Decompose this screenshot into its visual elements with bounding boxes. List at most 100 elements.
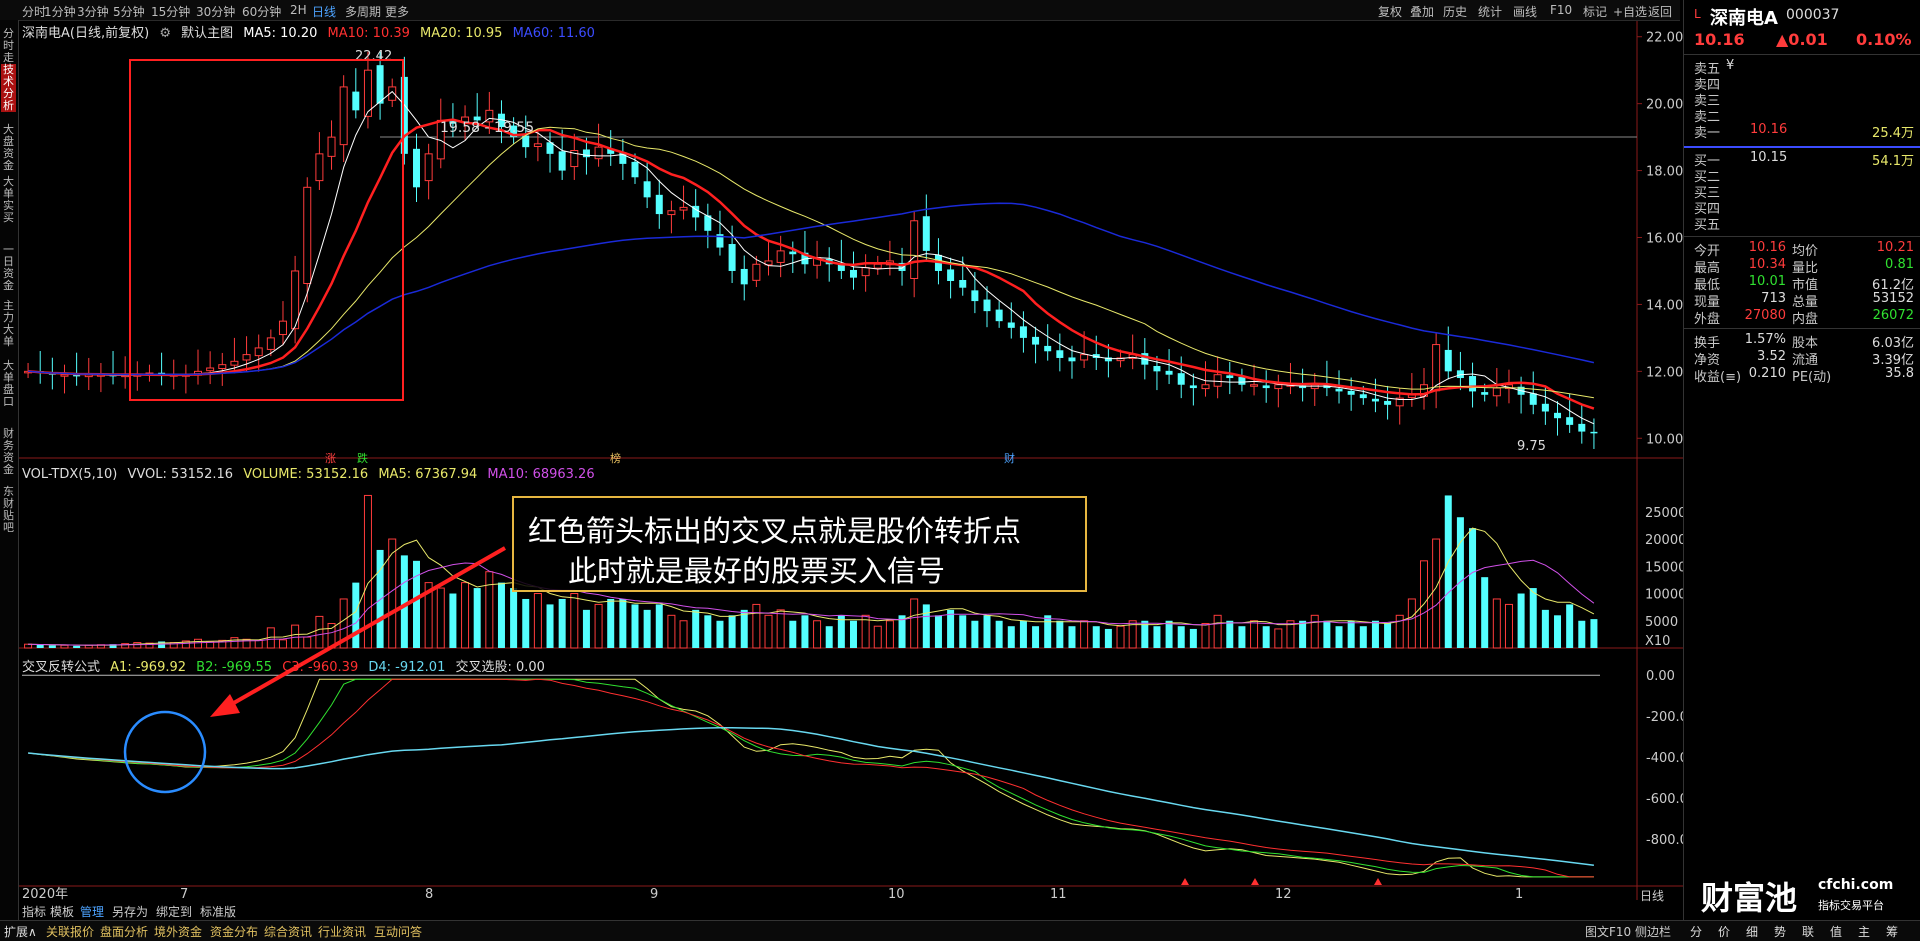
right-tab-0[interactable]: 分 xyxy=(1690,923,1702,940)
bid-row[interactable]: 买二 xyxy=(1694,166,1914,185)
candle-body xyxy=(995,309,1003,322)
side-nav-item-1[interactable]: 技术分析 xyxy=(1,64,16,112)
volume-bar xyxy=(1019,620,1027,648)
price-tick: 12.00 xyxy=(1646,365,1683,380)
indicator-tab-1[interactable]: 模板 xyxy=(50,903,74,920)
mode-legend[interactable]: 默认主图 xyxy=(181,26,233,41)
period-5[interactable]: 30分钟 xyxy=(196,3,235,20)
period-1[interactable]: 1分钟 xyxy=(44,3,76,20)
right-tab-4[interactable]: 联 xyxy=(1802,923,1814,940)
indicator-tab-3[interactable]: 另存为 xyxy=(112,903,148,920)
candle-body xyxy=(947,269,955,281)
event-marker[interactable]: 涨 xyxy=(325,452,336,465)
status-item-3[interactable]: 境外资金 xyxy=(154,923,202,940)
side-nav-item-3[interactable]: 大单实买 xyxy=(1,176,16,224)
status-item-5[interactable]: 综合资讯 xyxy=(264,923,312,940)
event-marker[interactable]: 财 xyxy=(1004,451,1015,465)
stock-legend[interactable]: 深南电A(日线,前复权) xyxy=(22,26,149,41)
stock-name: 深南电A xyxy=(1710,8,1778,29)
bid-row[interactable]: 买一 10.15 54.1万 xyxy=(1694,150,1914,169)
side-nav-item-6[interactable]: 大单盘口 xyxy=(1,360,16,408)
candle-body xyxy=(740,268,748,285)
bid-row[interactable]: 买四 xyxy=(1694,198,1914,217)
period-4[interactable]: 15分钟 xyxy=(151,3,190,20)
side-nav-item-7[interactable]: 财务资金 xyxy=(1,428,16,476)
period-7[interactable]: 2H xyxy=(290,3,307,17)
period-0[interactable]: 分时 xyxy=(22,3,46,20)
stat-key: 内盘 xyxy=(1792,312,1819,327)
ask-row[interactable]: 卖二 xyxy=(1694,106,1914,125)
status-item-0[interactable]: 扩展∧ xyxy=(4,923,37,940)
vol-name[interactable]: VOL-TDX(5,10) xyxy=(22,467,117,482)
volume-bar xyxy=(1201,622,1210,649)
ind-name[interactable]: 交叉反转公式 xyxy=(22,660,100,675)
status-item-6[interactable]: 行业资讯 xyxy=(318,923,366,940)
volume-bar xyxy=(510,588,518,648)
side-nav-item-5[interactable]: 主力大单 xyxy=(1,300,16,348)
indicator-tab-0[interactable]: 指标 xyxy=(22,903,46,920)
side-nav-item-8[interactable]: 东财贴吧 xyxy=(1,486,16,534)
period-9[interactable]: 多周期 xyxy=(345,3,381,20)
right-tab-7[interactable]: 筹 xyxy=(1886,923,1898,940)
side-nav-item-2[interactable]: 大盘资金 xyxy=(1,124,16,172)
candle-body xyxy=(643,181,651,198)
toolbar-btn-6[interactable]: 标记 xyxy=(1583,3,1607,20)
bid-row[interactable]: 买五 xyxy=(1694,214,1914,233)
toolbar-btn-2[interactable]: 历史 xyxy=(1443,3,1467,20)
right-tab-1[interactable]: 价 xyxy=(1718,923,1730,940)
stat-row: 换手 1.57% 股本 6.03亿 xyxy=(1694,332,1914,351)
volume-bar xyxy=(1299,620,1307,648)
period-10[interactable]: 更多 xyxy=(385,3,409,20)
period-6[interactable]: 60分钟 xyxy=(242,3,281,20)
status-item-2[interactable]: 盘面分析 xyxy=(100,923,148,940)
status-right[interactable]: 图文F10 侧边栏 xyxy=(1585,923,1671,940)
volume-bar xyxy=(643,609,651,648)
volume-bar xyxy=(1469,528,1477,648)
volume-bar xyxy=(1310,614,1319,649)
right-tab-6[interactable]: 主 xyxy=(1858,923,1870,940)
status-item-7[interactable]: 互动问答 xyxy=(374,923,422,940)
right-tab-3[interactable]: 势 xyxy=(1774,923,1786,940)
price-axis: 22.00 20.00 18.00 16.00 14.00 12.00 10.00 xyxy=(1637,31,1683,447)
stat-row: 现量 713 总量 53152 xyxy=(1694,291,1914,310)
stat-row: 今开 10.16 均价 10.21 xyxy=(1694,240,1914,259)
indicator-tab-2[interactable]: 管理 xyxy=(80,903,104,920)
ask-row[interactable]: 卖四 xyxy=(1694,74,1914,93)
toolbar-btn-7[interactable]: +自选 xyxy=(1613,3,1647,20)
event-marker[interactable]: 跌 xyxy=(357,451,368,465)
gear-icon[interactable]: ⚙ xyxy=(159,26,171,41)
right-tab-2[interactable]: 细 xyxy=(1746,923,1758,940)
period-3[interactable]: 5分钟 xyxy=(113,3,145,20)
indicator-tab-4[interactable]: 绑定到 xyxy=(156,903,192,920)
ind-tick: -600.0 xyxy=(1646,792,1683,807)
candle-body xyxy=(400,76,408,154)
volume-bar xyxy=(947,609,955,648)
date-tick: 10 xyxy=(888,887,905,900)
side-nav-item-4[interactable]: 一日资金 xyxy=(1,244,16,292)
volume-bar xyxy=(849,620,857,648)
bid-row[interactable]: 买三 xyxy=(1694,182,1914,201)
toolbar-btn-4[interactable]: 画线 xyxy=(1513,3,1537,20)
volume-bar xyxy=(48,645,56,648)
status-item-1[interactable]: 关联报价 xyxy=(46,923,94,940)
period-label: 日线 xyxy=(1640,889,1665,903)
right-tab-5[interactable]: 值 xyxy=(1830,923,1842,940)
period-8[interactable]: 日线 xyxy=(312,3,336,20)
ask-row[interactable]: 卖三 xyxy=(1694,90,1914,109)
event-marker[interactable]: 榜 xyxy=(610,451,621,465)
ma10-line xyxy=(28,118,1595,410)
indicator-tab-5[interactable]: 标准版 xyxy=(200,903,236,920)
period-2[interactable]: 3分钟 xyxy=(77,3,109,20)
range-annotation: 19.58 - 19.55 xyxy=(440,120,534,136)
ask-row[interactable]: 卖五 ¥ xyxy=(1694,58,1914,77)
status-item-4[interactable]: 资金分布 xyxy=(210,923,258,940)
toolbar-btn-3[interactable]: 统计 xyxy=(1478,3,1502,20)
toolbar-btn-5[interactable]: F10 xyxy=(1550,3,1572,17)
ask-row[interactable]: 卖一 10.16 25.4万 xyxy=(1694,122,1914,141)
date-tick: 12 xyxy=(1275,887,1292,900)
chart-canvas[interactable]: 22.0020.0018.0016.0014.0012.0010.0022.42… xyxy=(0,0,1683,900)
toolbar-btn-1[interactable]: 叠加 xyxy=(1410,3,1434,20)
toolbar-btn-0[interactable]: 复权 xyxy=(1378,3,1402,20)
volume-bar xyxy=(352,582,360,648)
toolbar-btn-8[interactable]: 返回 xyxy=(1648,3,1672,20)
